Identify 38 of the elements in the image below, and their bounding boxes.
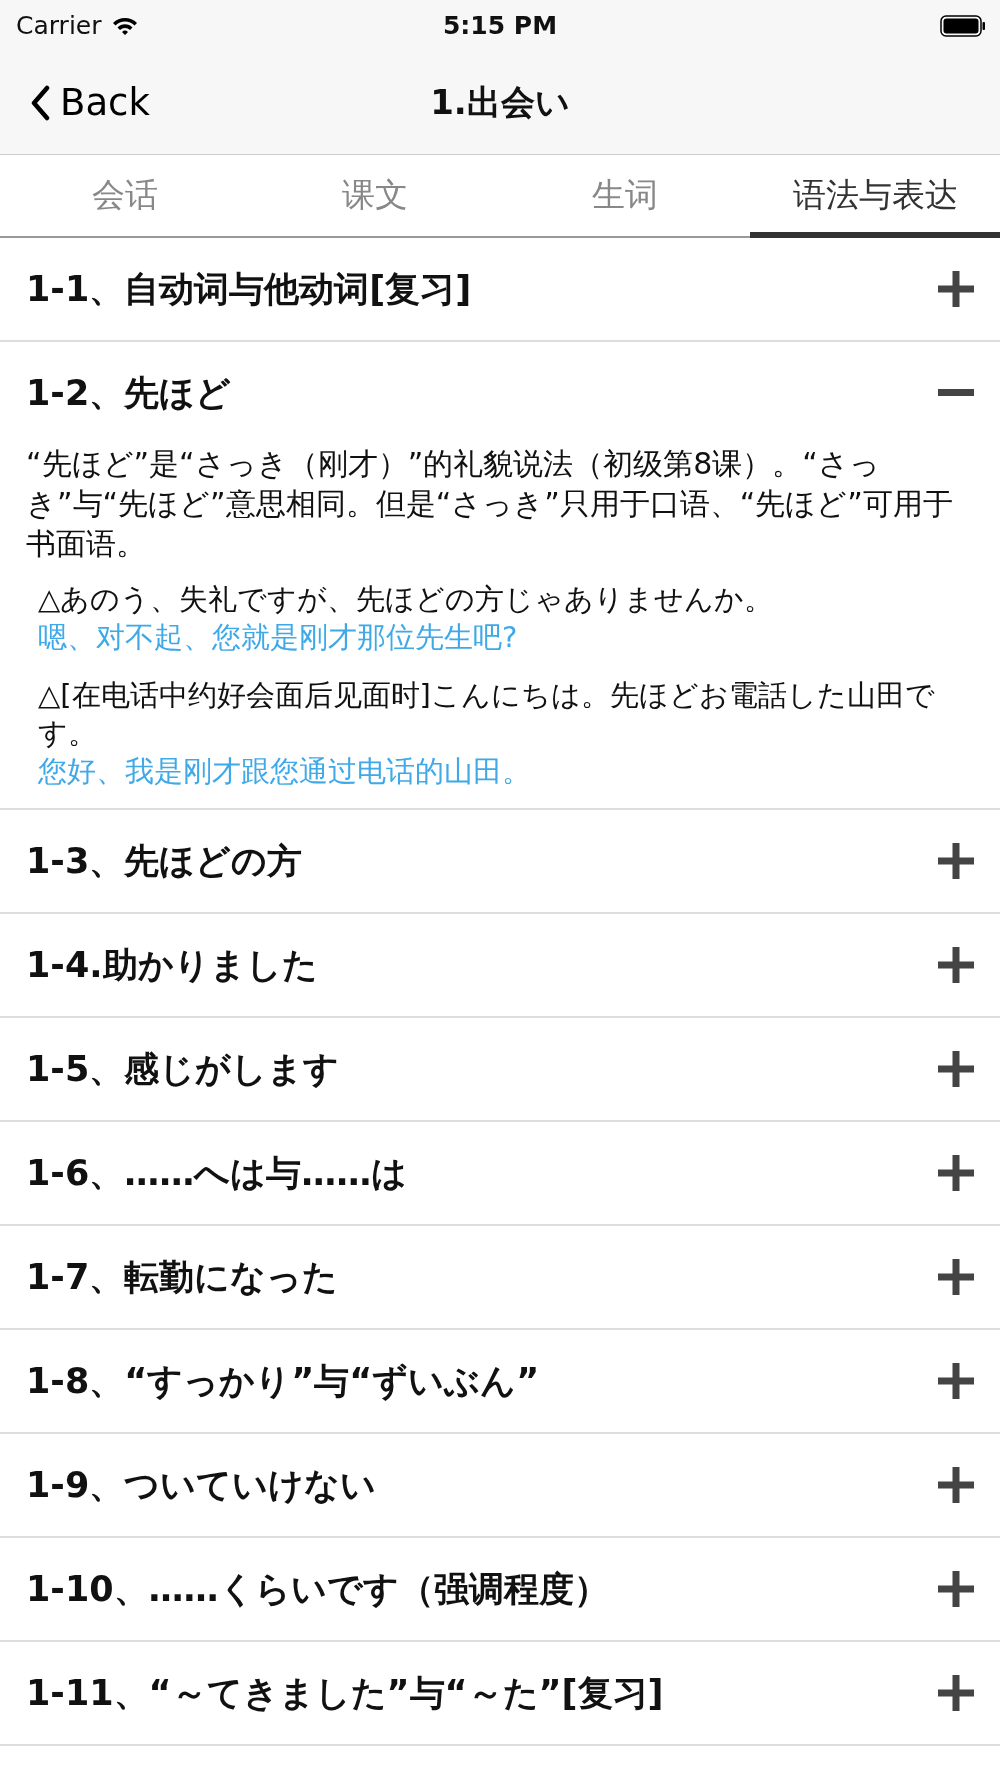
grammar-item-header[interactable]: 1-4.助かりました: [0, 914, 1000, 1016]
example-sentence: △あのう、失礼ですが、先ほどの方じゃありませんか。: [38, 581, 775, 618]
plus-icon: [938, 1571, 974, 1607]
tab[interactable]: 课文: [250, 155, 500, 238]
grammar-item-header[interactable]: 1-3、先ほどの方: [0, 810, 1000, 912]
example-translation: 您好、我是刚才跟您通过电话的山田。: [38, 753, 532, 790]
minus-icon: [938, 389, 974, 397]
wifi-icon: [111, 15, 138, 36]
example-translation: 嗯、对不起、您就是刚才那位先生吧?: [38, 619, 519, 656]
grammar-item-header[interactable]: 1-6、……へは与……は: [0, 1122, 1000, 1224]
grammar-item-header[interactable]: 1-5、感じがします: [0, 1018, 1000, 1120]
page-title: 1.出会い: [430, 80, 570, 124]
plus-icon: [938, 843, 974, 879]
plus-icon: [938, 271, 974, 307]
example-sentence: △[在电话中约好会面后见面时]こんにちは。先ほどお電話した山田です。: [38, 677, 936, 752]
plus-icon: [938, 1467, 974, 1503]
carrier-name: Carrier: [16, 11, 102, 40]
back-button[interactable]: Back: [0, 81, 150, 124]
plus-icon: [938, 1259, 974, 1295]
plus-icon: [938, 1363, 974, 1399]
plus-icon: [938, 947, 974, 983]
grammar-item-header[interactable]: 1-9、ついていけない: [0, 1434, 1000, 1536]
grammar-item-header[interactable]: 1-8、“すっかり”与“ずいぶん”: [0, 1330, 1000, 1432]
grammar-item-header[interactable]: 1-10、……くらいです（强调程度）: [0, 1538, 1000, 1640]
grammar-item-header[interactable]: 1-7、転勤になった: [0, 1226, 1000, 1328]
tab[interactable]: 会话: [0, 155, 250, 238]
chevron-left-icon: [30, 84, 50, 121]
battery-icon: [940, 14, 986, 37]
explanation-text: “先ほど”是“さっき（刚才）”的礼貌说法（初级第8课）。“さっき”与“先ほど”意思相同。但是“さっき”只用于口语、“先ほど”可用于书面语。: [26, 445, 954, 563]
clock-time: 5:15 PM: [442, 11, 558, 40]
plus-icon: [938, 1051, 974, 1087]
tab[interactable]: 语法与表达: [750, 155, 1000, 238]
plus-icon: [938, 1675, 974, 1711]
plus-icon: [938, 1155, 974, 1191]
grammar-item-header[interactable]: 1-11、“～てきました”与“～た”[复习]: [0, 1642, 1000, 1744]
tab[interactable]: 生词: [500, 155, 750, 238]
grammar-item-header[interactable]: 1-1、自动词与他动词[复习]: [0, 238, 1000, 340]
grammar-item-header[interactable]: 1-2、先ほど: [0, 342, 1000, 444]
